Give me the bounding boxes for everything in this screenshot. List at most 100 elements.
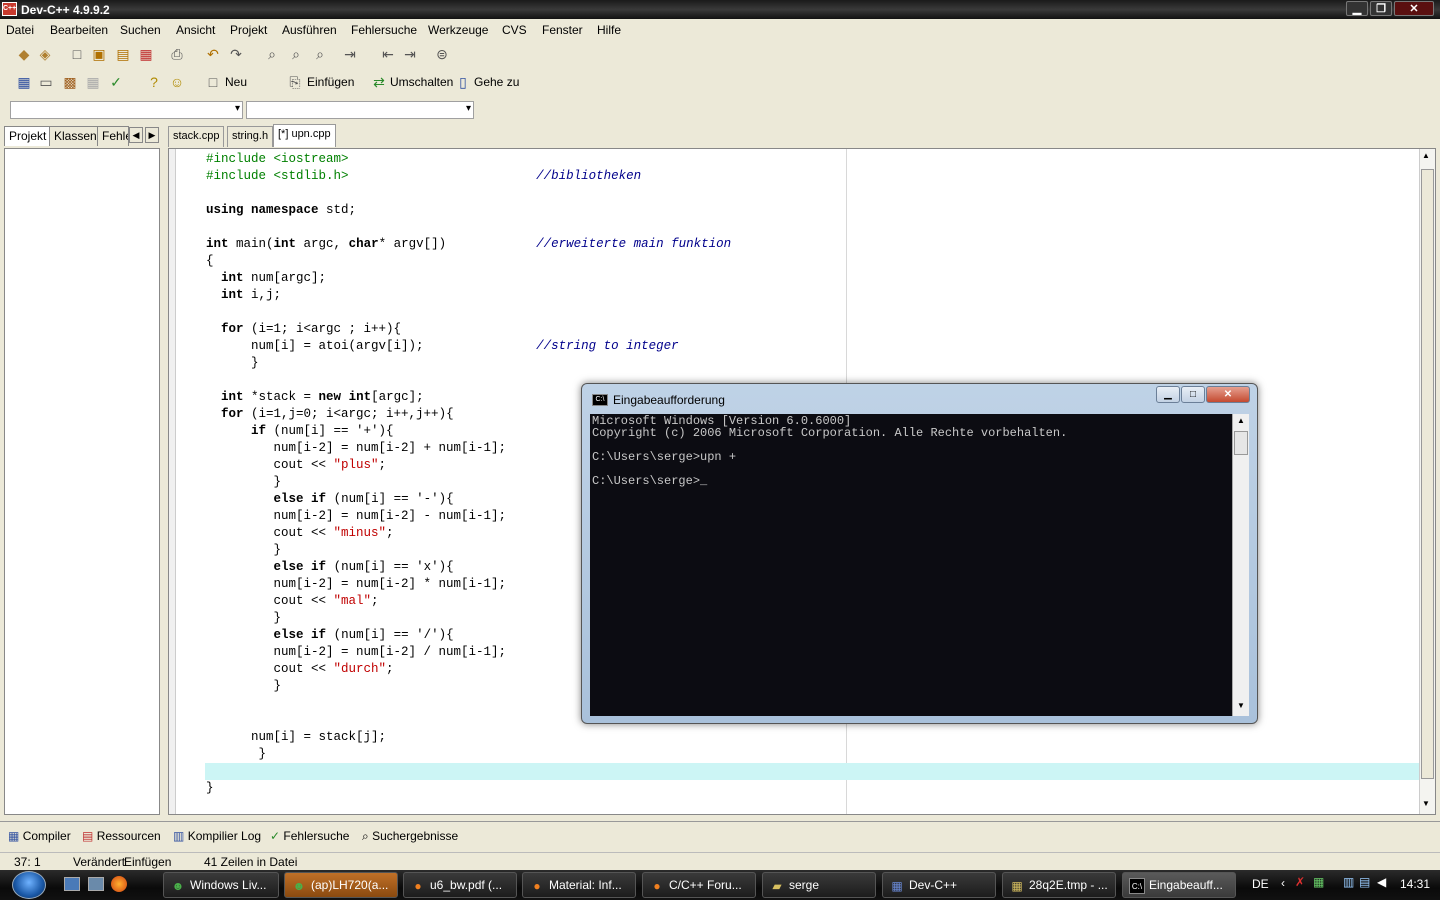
close-file-icon[interactable]: ▦ <box>137 45 155 63</box>
language-indicator[interactable]: DE <box>1252 877 1269 891</box>
tab-projekt[interactable]: Projekt <box>4 126 52 146</box>
menu-datei[interactable]: Datei <box>6 23 34 37</box>
cmd-maximize-button[interactable]: □ <box>1181 386 1205 403</box>
tab-scroll-right-icon[interactable]: ▶ <box>145 127 159 143</box>
compile-run-icon[interactable]: ▩ <box>61 73 79 91</box>
new-label[interactable]: Neu <box>225 75 247 89</box>
compile-icon[interactable]: ▦ <box>15 73 33 91</box>
tab-klassen[interactable]: Klassen <box>49 126 102 146</box>
taskbar-item-label: u6_bw.pdf (... <box>430 878 503 892</box>
taskbar-item-cmd[interactable]: C:\ Eingabeauff... <box>1122 872 1236 898</box>
redo-icon[interactable]: ↷ <box>227 45 245 63</box>
close-button[interactable]: ✕ <box>1394 1 1434 16</box>
taskbar-item-devcpp[interactable]: ▦ Dev-C++ <box>882 872 996 898</box>
find-next-icon[interactable]: ⌕ <box>311 45 329 63</box>
function-combo[interactable] <box>246 101 474 119</box>
indent-icon[interactable]: ⇤ <box>379 45 397 63</box>
command-prompt-window[interactable]: C:\ Eingabeaufforderung ▁ □ ✕ Microsoft … <box>581 383 1258 724</box>
volume-icon[interactable]: ◀ <box>1377 875 1386 889</box>
cmd-close-button[interactable]: ✕ <box>1206 386 1250 403</box>
run-icon[interactable]: ▭ <box>37 73 55 91</box>
scroll-down-icon[interactable]: ▼ <box>1422 799 1430 808</box>
goto-line-icon[interactable]: ⇥ <box>341 45 359 63</box>
file-tab-string[interactable]: string.h <box>227 126 274 147</box>
file-tab-upn[interactable]: [*] upn.cpp <box>273 124 336 147</box>
cmd-minimize-button[interactable]: ▁ <box>1156 386 1180 403</box>
toggle-icon[interactable]: ⇄ <box>370 73 388 91</box>
taskbar-item-lh720[interactable]: ☻ (ap)LH720(a... <box>284 872 398 898</box>
tab-fehler[interactable]: Fehle <box>97 126 129 146</box>
undo-icon[interactable]: ↶ <box>204 45 222 63</box>
insert-label[interactable]: Einfügen <box>307 75 354 89</box>
cmd-scroll-up-icon[interactable]: ▲ <box>1237 416 1245 425</box>
taskbar-item-windows-live[interactable]: ☻ Windows Liv... <box>163 872 279 898</box>
menu-fehlersuche[interactable]: Fehlersuche <box>351 23 417 37</box>
cmd-scroll-thumb[interactable] <box>1234 431 1248 455</box>
start-button[interactable] <box>12 871 46 899</box>
menu-bearbeiten[interactable]: Bearbeiten <box>50 23 108 37</box>
show-desktop-icon[interactable] <box>64 877 80 891</box>
scroll-thumb[interactable] <box>1421 169 1434 779</box>
menu-projekt[interactable]: Projekt <box>230 23 267 37</box>
goto-label[interactable]: Gehe zu <box>474 75 519 89</box>
menu-ansicht[interactable]: Ansicht <box>176 23 215 37</box>
tab-suchergebnisse[interactable]: ⌕ Suchergebnisse <box>362 826 458 846</box>
goto-icon[interactable]: ▯ <box>454 73 472 91</box>
class-combo[interactable] <box>10 101 243 119</box>
antivirus-icon[interactable]: ✗ <box>1295 875 1305 889</box>
firefox-quicklaunch-icon[interactable] <box>111 876 127 892</box>
taskbar-item-pdf[interactable]: ● u6_bw.pdf (... <box>403 872 517 898</box>
network-icon[interactable]: ▥ <box>1343 875 1354 889</box>
tray-app-icon[interactable]: ▦ <box>1313 875 1324 889</box>
bookmark-icon[interactable]: ⊜ <box>433 45 451 63</box>
find-icon[interactable]: ⌕ <box>263 45 281 63</box>
code-line: num[i] = atoi(argv[i]); //string to inte… <box>206 339 679 353</box>
open-file-icon[interactable]: ◈ <box>36 45 54 63</box>
menu-bar: Datei Bearbeiten Suchen Ansicht Projekt … <box>0 19 1440 40</box>
toggle-label[interactable]: Umschalten <box>390 75 453 89</box>
tab-fehlersuche[interactable]: ✓ Fehlersuche <box>270 826 349 846</box>
taskbar-item-tmp[interactable]: ▦ 28q2E.tmp - ... <box>1002 872 1116 898</box>
firefox-icon: ● <box>653 879 661 893</box>
unindent-icon[interactable]: ⇥ <box>401 45 419 63</box>
save-icon[interactable]: ▣ <box>90 45 108 63</box>
taskbar-item-forum[interactable]: ● C/C++ Foru... <box>642 872 756 898</box>
insert-icon[interactable]: ⎘ <box>286 73 304 91</box>
spreadsheet-icon: ▦ <box>1011 879 1023 893</box>
save-all-icon[interactable]: ▤ <box>114 45 132 63</box>
tab-compiler[interactable]: ▦ Compiler <box>8 826 71 846</box>
menu-ausfuehren[interactable]: Ausführen <box>282 23 337 37</box>
menu-hilfe[interactable]: Hilfe <box>597 23 621 37</box>
open-project-icon[interactable]: ◆ <box>15 45 33 63</box>
scroll-up-icon[interactable]: ▲ <box>1422 151 1430 160</box>
check-icon[interactable]: ✓ <box>107 73 125 91</box>
display-icon[interactable]: ▤ <box>1359 875 1370 889</box>
file-tab-stack[interactable]: stack.cpp <box>168 126 225 147</box>
find-replace-icon[interactable]: ⌕ <box>287 45 305 63</box>
maximize-button[interactable]: ❐ <box>1370 1 1392 16</box>
menu-fenster[interactable]: Fenster <box>542 23 583 37</box>
menu-cvs[interactable]: CVS <box>502 23 527 37</box>
taskbar-item-material[interactable]: ● Material: Inf... <box>522 872 636 898</box>
print-icon[interactable]: ⎙ <box>168 45 186 63</box>
menu-werkzeuge[interactable]: Werkzeuge <box>428 23 488 37</box>
new-file-icon[interactable]: □ <box>68 45 86 63</box>
minimize-button[interactable]: ▁ <box>1346 1 1368 16</box>
help-icon[interactable]: ? <box>145 73 163 91</box>
about-icon[interactable]: ☺ <box>168 73 186 91</box>
new-class-icon[interactable]: □ <box>204 73 222 91</box>
tab-ressourcen[interactable]: ▤ Ressourcen <box>82 826 161 846</box>
menu-suchen[interactable]: Suchen <box>120 23 161 37</box>
clock[interactable]: 14:31 <box>1400 877 1430 891</box>
tab-scroll-left-icon[interactable]: ◀ <box>129 127 143 143</box>
tab-kompilier-log[interactable]: ▥ Kompilier Log <box>173 826 261 846</box>
tray-expand-icon[interactable]: ‹ <box>1281 876 1285 890</box>
taskbar-item-serge[interactable]: ▰ serge <box>762 872 876 898</box>
switch-windows-icon[interactable] <box>88 877 104 891</box>
cmd-scrollbar[interactable]: ▲ ▼ <box>1232 414 1249 716</box>
cmd-console[interactable]: Microsoft Windows [Version 6.0.6000] Copy… <box>590 414 1249 716</box>
editor-vscrollbar[interactable]: ▲ ▼ <box>1419 149 1435 814</box>
cmd-scroll-down-icon[interactable]: ▼ <box>1237 701 1245 710</box>
bottom-tabs-bar: ▦ Compiler ▤ Ressourcen ▥ Kompilier Log … <box>0 821 1440 849</box>
rebuild-icon[interactable]: ▦ <box>84 73 102 91</box>
